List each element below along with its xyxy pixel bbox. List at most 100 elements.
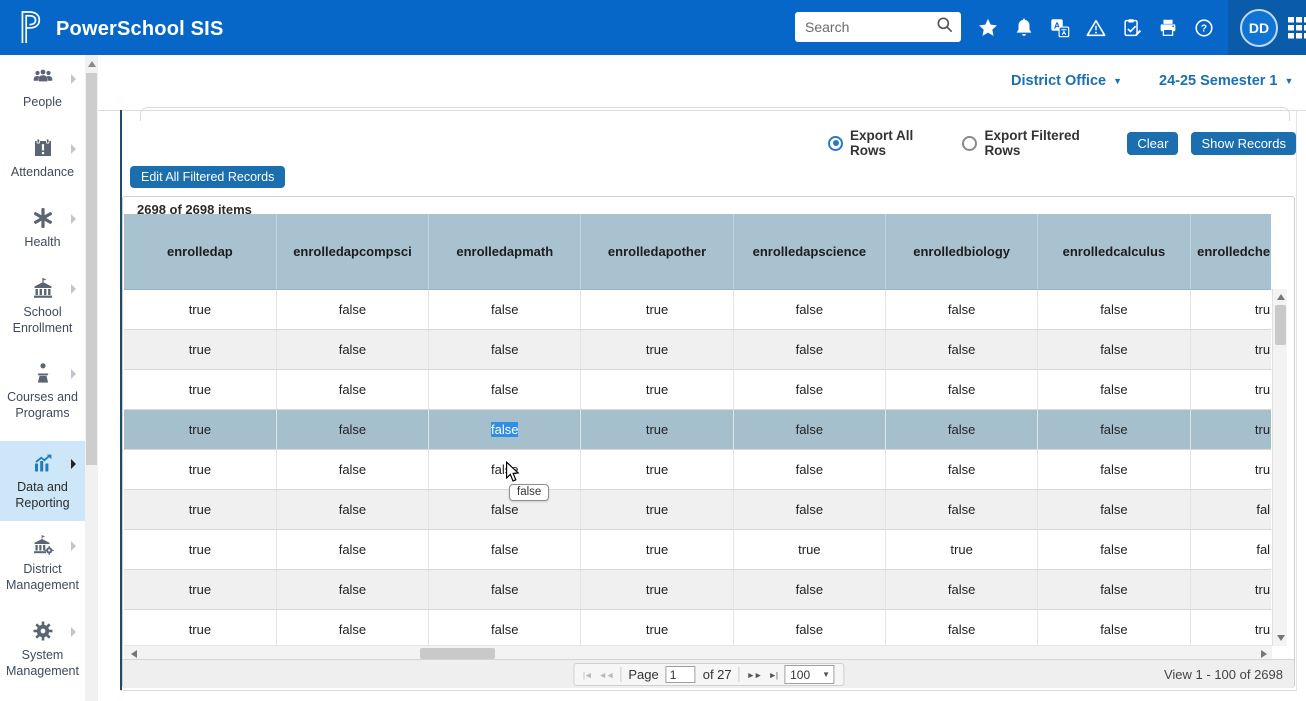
grid-cell[interactable]: false [885, 489, 1037, 529]
next-page-icon[interactable]: ►► [747, 670, 762, 680]
grid-cell[interactable]: tru [1190, 289, 1271, 329]
scrollbar-thumb[interactable] [1275, 305, 1286, 345]
grid-cell[interactable]: true [124, 609, 276, 645]
grid-cell[interactable]: true [124, 569, 276, 609]
help-icon[interactable]: ? [1193, 17, 1215, 39]
column-header[interactable]: enrolledcalculus [1038, 214, 1190, 289]
grid-cell[interactable]: false [276, 329, 428, 369]
grid-cell[interactable]: true [581, 369, 733, 409]
grid-cell[interactable]: false [276, 409, 428, 449]
grid-cell[interactable]: tru [1190, 409, 1271, 449]
scroll-left-arrow-icon[interactable] [131, 650, 137, 658]
grid-cell[interactable]: false [733, 329, 885, 369]
grid-cell[interactable]: false [429, 609, 581, 645]
column-header[interactable]: enrolledapcompsci [276, 214, 428, 289]
grid-cell[interactable]: false [733, 569, 885, 609]
grid-cell[interactable]: false [1038, 369, 1190, 409]
grid-cell[interactable]: tru [1190, 449, 1271, 489]
grid-cell[interactable]: tru [1190, 609, 1271, 645]
last-page-icon[interactable]: ►| [768, 670, 777, 680]
grid-cell[interactable]: true [581, 609, 733, 645]
sidebar-item-attendance[interactable]: Attendance [0, 130, 85, 196]
export-all-rows-radio[interactable] [828, 136, 843, 151]
apps-grid-icon[interactable] [1288, 17, 1306, 39]
grid-cell[interactable]: false [429, 529, 581, 569]
grid-cell[interactable]: true [581, 289, 733, 329]
grid-cell[interactable]: false [429, 489, 581, 529]
grid-cell[interactable]: false [429, 329, 581, 369]
scroll-down-arrow-icon[interactable] [1277, 635, 1285, 641]
scroll-right-arrow-icon[interactable] [1261, 650, 1267, 658]
notifications-bell-icon[interactable] [1013, 17, 1035, 39]
column-header[interactable]: enrolledche [1190, 214, 1271, 289]
grid-cell[interactable]: false [1038, 609, 1190, 645]
grid-cell[interactable]: false [885, 289, 1037, 329]
sidebar-item-system-management[interactable]: System Management [0, 613, 85, 693]
tasks-clipboard-icon[interactable] [1121, 17, 1143, 39]
page-size-select[interactable]: 100 ▼ [784, 665, 834, 684]
school-selector[interactable]: District Office▼ [1011, 73, 1122, 89]
search-icon[interactable] [935, 15, 955, 40]
table-row[interactable]: truefalsefalsetruefalsefalsefalsetru [124, 329, 1271, 369]
grid-cell[interactable]: false [429, 569, 581, 609]
grid-cell[interactable]: false [276, 609, 428, 645]
grid-cell[interactable]: false [1038, 329, 1190, 369]
column-header[interactable]: enrolledapother [581, 214, 733, 289]
grid-cell[interactable]: false [276, 529, 428, 569]
grid-cell[interactable]: false [733, 409, 885, 449]
grid-cell[interactable]: tru [1190, 369, 1271, 409]
page-number-input[interactable] [666, 666, 696, 683]
grid-cell[interactable]: true [581, 489, 733, 529]
grid-cell[interactable]: false [885, 449, 1037, 489]
sidebar-item-school-enrollment[interactable]: School Enrollment [0, 270, 85, 350]
alerts-warning-icon[interactable] [1085, 17, 1107, 39]
grid-cell[interactable]: false [1038, 529, 1190, 569]
sidebar-item-data-and-reporting[interactable]: Data and Reporting [0, 441, 85, 521]
grid-cell[interactable]: true [581, 529, 733, 569]
scroll-up-arrow-icon[interactable] [1277, 294, 1285, 300]
table-row[interactable]: truefalsefalsetruefalsefalsefalsetru [124, 289, 1271, 329]
grid-cell[interactable]: true [733, 529, 885, 569]
grid-cell[interactable]: false [276, 569, 428, 609]
export-filtered-rows-label[interactable]: Export Filtered Rows [984, 128, 1100, 158]
table-row[interactable]: truefalsefalsetruefalsefalsefalsefal [124, 489, 1271, 529]
grid-cell[interactable]: false [1038, 569, 1190, 609]
brand[interactable]: PowerSchool SIS [14, 8, 223, 51]
previous-page-icon[interactable]: ◄◄ [599, 670, 614, 680]
grid-cell[interactable]: true [124, 409, 276, 449]
grid-cell[interactable]: false [276, 489, 428, 529]
grid-cell[interactable]: false [733, 369, 885, 409]
scroll-up-arrow-icon[interactable] [88, 61, 96, 67]
grid-cell[interactable]: false [885, 409, 1037, 449]
edit-all-filtered-records-button[interactable]: Edit All Filtered Records [130, 166, 285, 188]
sidebar-item-courses-and-programs[interactable]: Courses and Programs [0, 355, 85, 437]
table-horizontal-scrollbar[interactable] [124, 645, 1272, 659]
export-filtered-rows-radio[interactable] [962, 136, 977, 151]
grid-cell[interactable]: false [276, 449, 428, 489]
sidebar-item-people[interactable]: People [0, 60, 85, 126]
first-page-icon[interactable]: |◄ [583, 670, 592, 680]
sidebar-item-health[interactable]: Health [0, 200, 85, 266]
grid-cell[interactable]: false [733, 609, 885, 645]
translate-icon[interactable]: A [1049, 17, 1071, 39]
grid-cell[interactable]: true [885, 529, 1037, 569]
show-records-button[interactable]: Show Records [1191, 132, 1296, 155]
grid-cell[interactable]: true [124, 329, 276, 369]
print-icon[interactable] [1157, 17, 1179, 39]
grid-cell[interactable]: true [124, 529, 276, 569]
search-input[interactable] [805, 19, 935, 35]
grid-cell[interactable]: true [581, 329, 733, 369]
column-header[interactable]: enrolledapmath [429, 214, 581, 289]
table-row[interactable]: truefalsefalsetruefalsefalsefalsetru [124, 449, 1271, 489]
grid-cell[interactable]: true [581, 449, 733, 489]
column-header[interactable]: enrolledap [124, 214, 276, 289]
grid-cell[interactable]: false [1038, 289, 1190, 329]
grid-cell[interactable]: tru [1190, 329, 1271, 369]
grid-cell[interactable]: false [885, 569, 1037, 609]
grid-cell[interactable]: false [429, 289, 581, 329]
grid-cell[interactable]: true [124, 289, 276, 329]
grid-cell[interactable]: true [581, 569, 733, 609]
grid-cell[interactable]: true [124, 489, 276, 529]
clear-button[interactable]: Clear [1127, 132, 1178, 155]
grid-cell[interactable]: false [885, 329, 1037, 369]
